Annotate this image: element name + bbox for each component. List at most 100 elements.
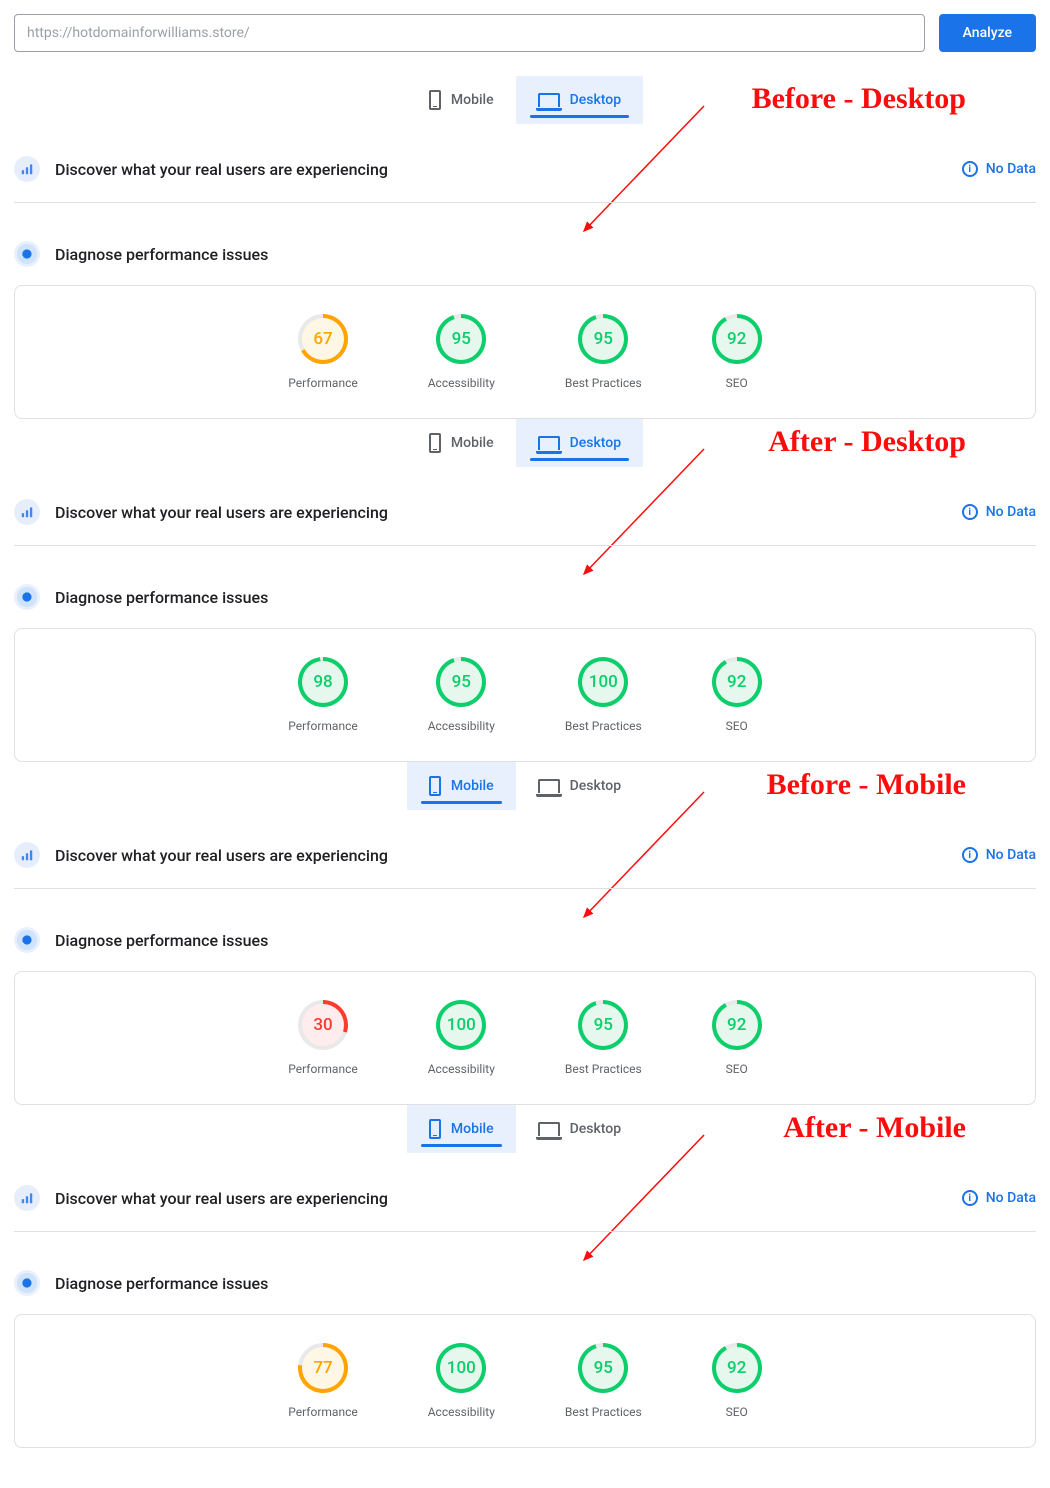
metric-seo-ring: 92 xyxy=(712,1343,762,1393)
metric-best-practices[interactable]: 95 Best Practices xyxy=(565,1343,642,1419)
metric-seo[interactable]: 92 SEO xyxy=(712,314,762,390)
metric-performance-ring: 67 xyxy=(298,314,348,364)
metric-seo-value: 92 xyxy=(727,672,746,692)
device-tabs: Mobile Desktop xyxy=(14,419,1036,467)
metric-best-practices-value: 95 xyxy=(594,1015,613,1035)
url-input[interactable] xyxy=(14,14,925,52)
metric-performance-ring: 30 xyxy=(298,1000,348,1050)
metric-accessibility-label: Accessibility xyxy=(428,719,495,733)
no-data-label: No Data xyxy=(986,161,1036,177)
laptop-icon xyxy=(538,436,560,450)
lighthouse-result-card: 98 Performance 95 Accessibility 100 Best… xyxy=(14,628,1036,762)
gauge-row: 98 Performance 95 Accessibility 100 Best… xyxy=(25,657,1025,733)
target-icon xyxy=(14,927,40,953)
tab-mobile[interactable]: Mobile xyxy=(407,76,516,124)
metric-best-practices-label: Best Practices xyxy=(565,376,642,390)
target-icon xyxy=(14,241,40,267)
metric-performance[interactable]: 98 Performance xyxy=(288,657,357,733)
laptop-icon xyxy=(538,93,560,107)
tab-desktop[interactable]: Desktop xyxy=(516,76,643,124)
metric-accessibility-value: 100 xyxy=(447,1015,476,1035)
gauge-row: 67 Performance 95 Accessibility 95 Best … xyxy=(25,314,1025,390)
metric-performance[interactable]: 30 Performance xyxy=(288,1000,357,1076)
tab-desktop-label: Desktop xyxy=(570,92,621,108)
metric-best-practices-ring: 95 xyxy=(578,1343,628,1393)
metric-accessibility-ring: 95 xyxy=(436,314,486,364)
device-tabs: Mobile Desktop xyxy=(14,76,1036,124)
tab-mobile[interactable]: Mobile xyxy=(407,419,516,467)
no-data-badge[interactable]: i No Data xyxy=(962,1190,1036,1206)
metric-performance-value: 98 xyxy=(313,672,332,692)
tab-desktop[interactable]: Desktop xyxy=(516,762,643,810)
metric-seo-label: SEO xyxy=(726,719,748,733)
metric-performance[interactable]: 77 Performance xyxy=(288,1343,357,1419)
lighthouse-result-card: 77 Performance 100 Accessibility 95 Best… xyxy=(14,1314,1036,1448)
metric-best-practices-label: Best Practices xyxy=(565,719,642,733)
metric-performance-value: 67 xyxy=(313,329,332,349)
target-icon xyxy=(14,1270,40,1296)
field-data-icon xyxy=(14,842,40,868)
no-data-badge[interactable]: i No Data xyxy=(962,504,1036,520)
metric-performance-label: Performance xyxy=(288,1405,357,1419)
crux-heading: Discover what your real users are experi… xyxy=(55,1189,947,1208)
phone-icon xyxy=(429,433,441,453)
phone-icon xyxy=(429,90,441,110)
metric-best-practices-ring: 95 xyxy=(578,1000,628,1050)
tab-mobile[interactable]: Mobile xyxy=(407,1105,516,1153)
no-data-label: No Data xyxy=(986,1190,1036,1206)
metric-seo-ring: 92 xyxy=(712,1000,762,1050)
crux-heading: Discover what your real users are experi… xyxy=(55,160,947,179)
info-icon: i xyxy=(962,1190,978,1206)
no-data-badge[interactable]: i No Data xyxy=(962,161,1036,177)
no-data-badge[interactable]: i No Data xyxy=(962,847,1036,863)
tab-desktop[interactable]: Desktop xyxy=(516,419,643,467)
device-tabs: Mobile Desktop xyxy=(14,762,1036,810)
metric-performance-ring: 77 xyxy=(298,1343,348,1393)
lighthouse-result-card: 67 Performance 95 Accessibility 95 Best … xyxy=(14,285,1036,419)
tab-mobile-label: Mobile xyxy=(451,435,494,451)
tab-desktop-label: Desktop xyxy=(570,435,621,451)
metric-accessibility[interactable]: 100 Accessibility xyxy=(428,1000,495,1076)
metric-seo[interactable]: 92 SEO xyxy=(712,1343,762,1419)
tab-mobile[interactable]: Mobile xyxy=(407,762,516,810)
metric-seo[interactable]: 92 SEO xyxy=(712,657,762,733)
metric-accessibility-value: 95 xyxy=(452,672,471,692)
metric-seo-ring: 92 xyxy=(712,657,762,707)
field-data-icon xyxy=(14,1185,40,1211)
diagnose-heading: Diagnose performance issues xyxy=(55,588,1036,607)
tab-desktop[interactable]: Desktop xyxy=(516,1105,643,1153)
crux-section-header: Discover what your real users are experi… xyxy=(14,146,1036,203)
metric-accessibility-label: Accessibility xyxy=(428,1062,495,1076)
metric-best-practices-value: 95 xyxy=(594,329,613,349)
metric-performance[interactable]: 67 Performance xyxy=(288,314,357,390)
metric-performance-value: 30 xyxy=(313,1015,332,1035)
diagnose-section-header: Diagnose performance issues xyxy=(14,1260,1036,1296)
tab-mobile-label: Mobile xyxy=(451,92,494,108)
metric-performance-label: Performance xyxy=(288,376,357,390)
gauge-row: 30 Performance 100 Accessibility 95 Best… xyxy=(25,1000,1025,1076)
tab-desktop-label: Desktop xyxy=(570,1121,621,1137)
metric-best-practices-value: 95 xyxy=(594,1358,613,1378)
device-tabs: Mobile Desktop xyxy=(14,1105,1036,1153)
diagnose-section-header: Diagnose performance issues xyxy=(14,574,1036,610)
metric-accessibility[interactable]: 100 Accessibility xyxy=(428,1343,495,1419)
metric-seo-value: 92 xyxy=(727,1358,746,1378)
analyze-button[interactable]: Analyze xyxy=(939,14,1036,52)
metric-best-practices-ring: 100 xyxy=(578,657,628,707)
metric-accessibility[interactable]: 95 Accessibility xyxy=(428,314,495,390)
metric-accessibility-ring: 100 xyxy=(436,1343,486,1393)
metric-seo-ring: 92 xyxy=(712,314,762,364)
metric-best-practices[interactable]: 95 Best Practices xyxy=(565,314,642,390)
metric-best-practices[interactable]: 100 Best Practices xyxy=(565,657,642,733)
metric-seo[interactable]: 92 SEO xyxy=(712,1000,762,1076)
target-icon xyxy=(14,584,40,610)
phone-icon xyxy=(429,1119,441,1139)
laptop-icon xyxy=(538,779,560,793)
no-data-label: No Data xyxy=(986,504,1036,520)
metric-best-practices-label: Best Practices xyxy=(565,1062,642,1076)
metric-seo-label: SEO xyxy=(726,1062,748,1076)
crux-section-header: Discover what your real users are experi… xyxy=(14,832,1036,889)
metric-accessibility[interactable]: 95 Accessibility xyxy=(428,657,495,733)
metric-best-practices[interactable]: 95 Best Practices xyxy=(565,1000,642,1076)
crux-section-header: Discover what your real users are experi… xyxy=(14,489,1036,546)
